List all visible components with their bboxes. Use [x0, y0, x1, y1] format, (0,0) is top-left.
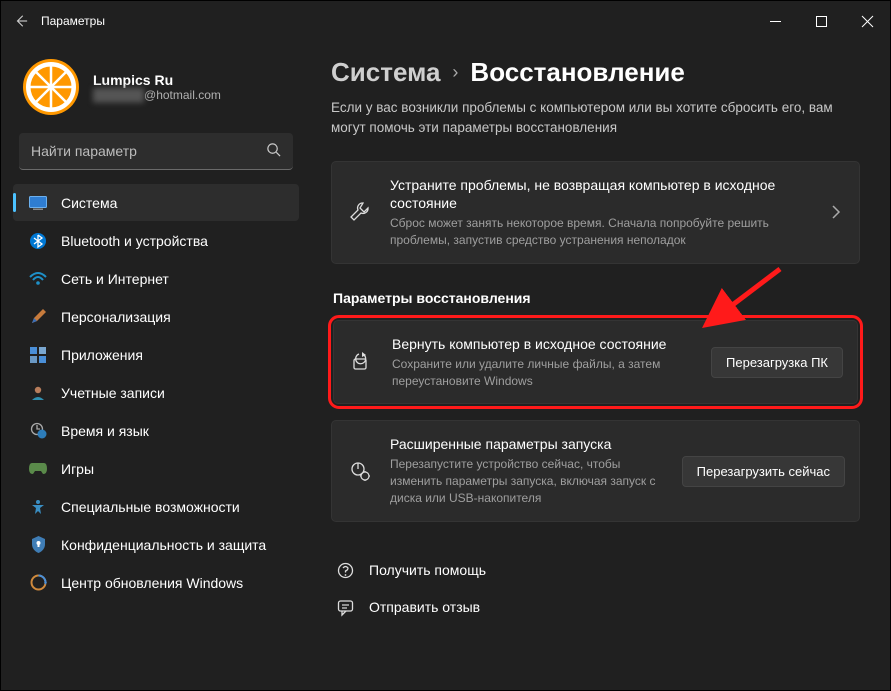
wrench-icon: [346, 201, 374, 223]
breadcrumb-parent[interactable]: Система: [331, 57, 440, 88]
chevron-right-icon: ›: [452, 62, 458, 83]
page-description: Если у вас возникли проблемы с компьютер…: [331, 98, 851, 139]
system-icon: [29, 194, 47, 212]
nav-apps[interactable]: Приложения: [13, 336, 299, 373]
nav-network[interactable]: Сеть и Интернет: [13, 260, 299, 297]
nav-label: Bluetooth и устройства: [61, 233, 208, 249]
sidebar: Lumpics Ru ██████@hotmail.com Система Bl…: [1, 41, 311, 690]
close-icon: [862, 16, 873, 27]
back-button[interactable]: [1, 1, 41, 41]
apps-icon: [29, 346, 47, 364]
page-title: Восстановление: [470, 57, 684, 88]
nav-accessibility[interactable]: Специальные возможности: [13, 488, 299, 525]
card-desc: Сохраните или удалите личные файлы, а за…: [392, 356, 695, 390]
nav-label: Специальные возможности: [61, 499, 240, 515]
nav-label: Сеть и Интернет: [61, 271, 169, 287]
nav-label: Учетные записи: [61, 385, 165, 401]
nav-accounts[interactable]: Учетные записи: [13, 374, 299, 411]
gamepad-icon: [29, 460, 47, 478]
nav-time-language[interactable]: Время и язык: [13, 412, 299, 449]
minimize-button[interactable]: [752, 1, 798, 41]
wifi-icon: [29, 270, 47, 288]
help-icon: [335, 562, 355, 579]
window-title: Параметры: [41, 14, 105, 28]
bluetooth-icon: [29, 232, 47, 250]
nav-personalization[interactable]: Персонализация: [13, 298, 299, 335]
nav-label: Система: [61, 195, 117, 211]
card-desc: Сброс может занять некоторое время. Снач…: [390, 215, 811, 249]
card-title: Расширенные параметры запуска: [390, 435, 666, 454]
section-header: Параметры восстановления: [333, 290, 860, 306]
get-help-link[interactable]: Получить помощь: [331, 552, 860, 589]
search-input[interactable]: [19, 133, 293, 170]
card-desc: Перезапустите устройство сейчас, чтобы и…: [390, 456, 666, 506]
nav-privacy[interactable]: Конфиденциальность и защита: [13, 526, 299, 563]
accessibility-icon: [29, 498, 47, 516]
nav-label: Игры: [61, 461, 94, 477]
reset-pc-card: Вернуть компьютер в исходное состояние С…: [333, 320, 858, 404]
search-icon: [266, 142, 281, 162]
nav-bluetooth[interactable]: Bluetooth и устройства: [13, 222, 299, 259]
profile-block[interactable]: Lumpics Ru ██████@hotmail.com: [9, 55, 303, 133]
nav-label: Конфиденциальность и защита: [61, 537, 266, 553]
nav-system[interactable]: Система: [13, 184, 299, 221]
maximize-icon: [816, 16, 827, 27]
profile-email: ██████@hotmail.com: [93, 88, 221, 102]
link-label: Отправить отзыв: [369, 599, 480, 615]
advanced-startup-card: Расширенные параметры запуска Перезапуст…: [331, 420, 860, 521]
orange-slice-icon: [23, 59, 79, 115]
main-content: Система › Восстановление Если у вас возн…: [311, 41, 890, 690]
avatar: [23, 59, 79, 115]
nav-label: Время и язык: [61, 423, 149, 439]
close-button[interactable]: [844, 1, 890, 41]
nav-list: Система Bluetooth и устройства Сеть и Ин…: [9, 184, 303, 601]
nav-label: Приложения: [61, 347, 143, 363]
reset-icon: [348, 351, 376, 373]
person-icon: [29, 384, 47, 402]
minimize-icon: [770, 16, 781, 27]
restart-now-button[interactable]: Перезагрузить сейчас: [682, 456, 845, 487]
feedback-link[interactable]: Отправить отзыв: [331, 589, 860, 626]
titlebar: Параметры: [1, 1, 890, 41]
card-title: Устраните проблемы, не возвращая компьют…: [390, 176, 811, 214]
link-label: Получить помощь: [369, 562, 486, 578]
update-icon: [29, 574, 47, 592]
feedback-icon: [335, 599, 355, 616]
clock-globe-icon: [29, 422, 47, 440]
shield-icon: [29, 536, 47, 554]
maximize-button[interactable]: [798, 1, 844, 41]
arrow-left-icon: [14, 14, 28, 28]
paintbrush-icon: [29, 308, 47, 326]
breadcrumb: Система › Восстановление: [331, 57, 860, 88]
power-gear-icon: [346, 460, 374, 482]
nav-label: Центр обновления Windows: [61, 575, 243, 591]
nav-windows-update[interactable]: Центр обновления Windows: [13, 564, 299, 601]
highlight-annotation: Вернуть компьютер в исходное состояние С…: [331, 318, 860, 406]
search-box: [19, 133, 293, 170]
profile-name: Lumpics Ru: [93, 72, 221, 88]
nav-label: Персонализация: [61, 309, 171, 325]
troubleshoot-card[interactable]: Устраните проблемы, не возвращая компьют…: [331, 161, 860, 264]
card-title: Вернуть компьютер в исходное состояние: [392, 335, 695, 354]
nav-gaming[interactable]: Игры: [13, 450, 299, 487]
reset-pc-button[interactable]: Перезагрузка ПК: [711, 347, 843, 378]
chevron-right-icon: [827, 205, 845, 219]
